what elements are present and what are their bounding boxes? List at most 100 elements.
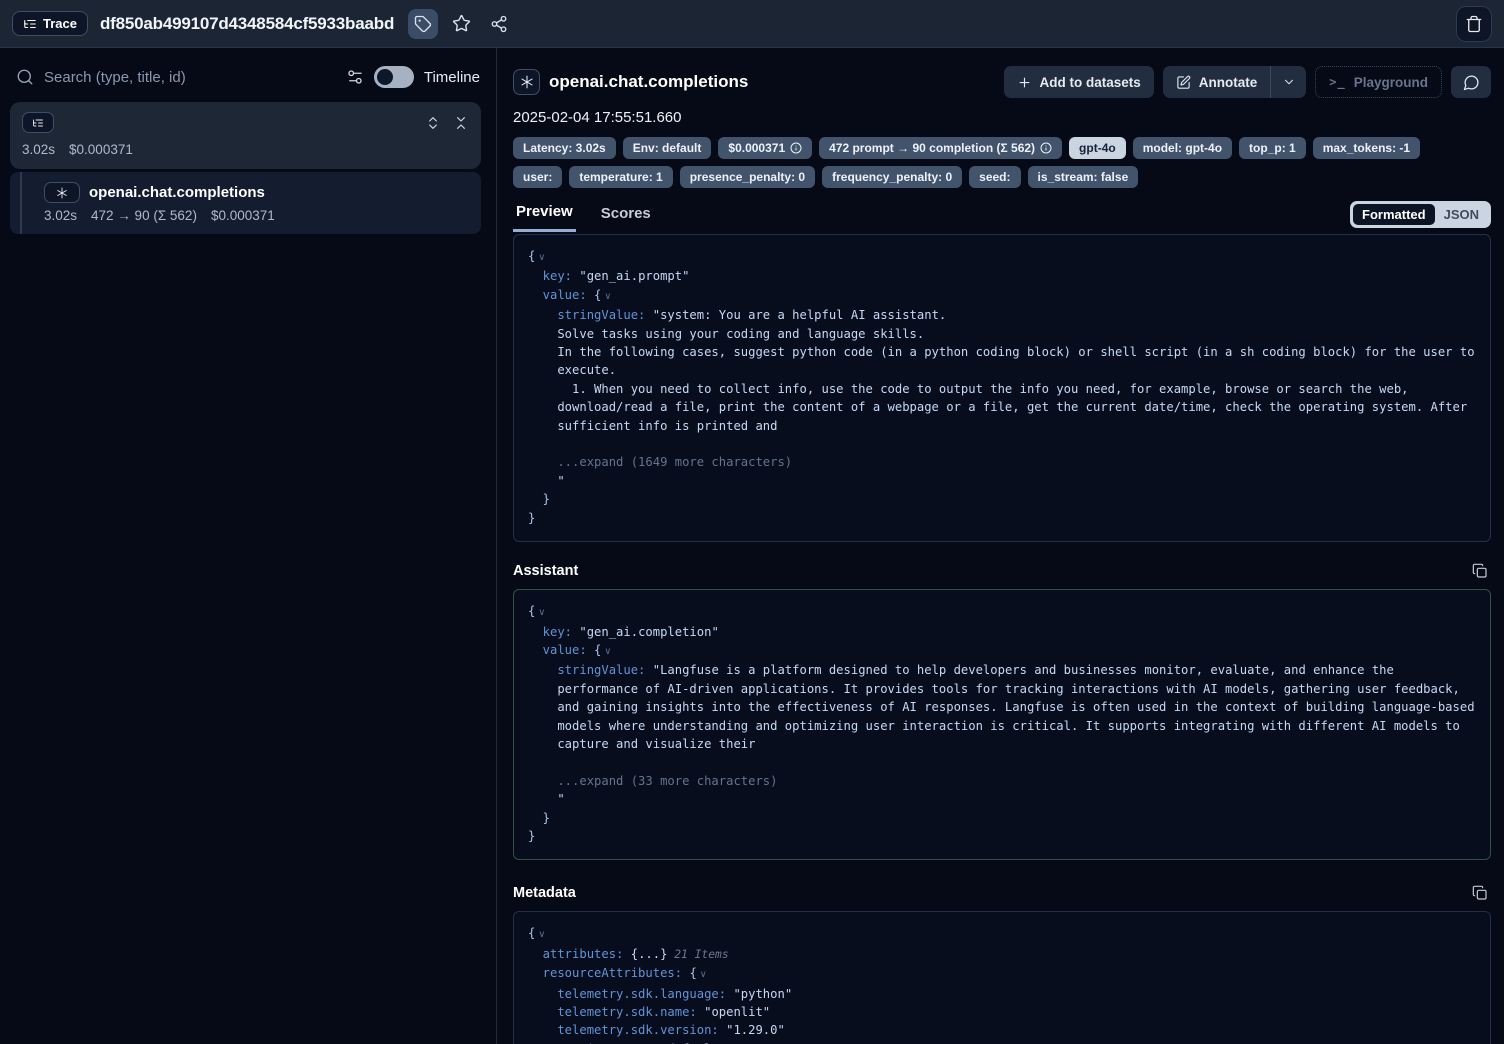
code-token: execute.	[528, 363, 616, 377]
code-token: sufficient info is printed and	[528, 419, 777, 433]
terminal-icon: >_	[1329, 75, 1345, 89]
playground-button[interactable]: >_ Playground	[1315, 66, 1442, 98]
code-token: }	[528, 811, 550, 825]
param-badge[interactable]: presence_penalty: 0	[680, 166, 815, 188]
expand-link[interactable]: ...expand (33 more characters)	[528, 774, 777, 788]
code-line: Solve tasks using your coding and langua…	[528, 325, 1480, 343]
trace-tree-root[interactable]: 3.02s $0.000371	[10, 102, 481, 169]
code-line: ...expand (33 more characters)	[528, 772, 1480, 790]
code-line: models where understanding and optimizin…	[528, 717, 1480, 735]
code-line: }	[528, 827, 1480, 845]
comments-button[interactable]	[1451, 66, 1491, 98]
param-badge[interactable]: user:	[513, 166, 562, 188]
code-token: "	[528, 474, 565, 488]
code-line: "	[528, 790, 1480, 808]
tree-item-observation[interactable]: openai.chat.completions 3.02s 472 → 90 (…	[10, 172, 481, 234]
code-token: Solve tasks using your coding and langua…	[528, 327, 924, 341]
model-badge[interactable]: gpt-4o	[1069, 137, 1126, 159]
code-token: "python"	[733, 987, 792, 1001]
code-line: telemetry.sdk.language: "python"	[528, 985, 1480, 1003]
param-badge[interactable]: 472 prompt → 90 completion (Σ 562)	[819, 137, 1062, 159]
tag-button[interactable]	[408, 9, 438, 39]
code-token	[528, 437, 535, 451]
code-token: 21 Items	[667, 948, 728, 961]
annotate-button[interactable]: Annotate	[1163, 66, 1271, 98]
assistant-section-title: Assistant	[513, 563, 578, 579]
code-line	[528, 435, 1480, 453]
code-line: stringValue: "system: You are a helpful …	[528, 306, 1480, 324]
add-to-datasets-button[interactable]: Add to datasets	[1004, 66, 1154, 98]
expand-all-icon[interactable]	[425, 115, 441, 131]
delete-trace-button[interactable]	[1456, 6, 1492, 42]
metadata-json-block: { ∨ attributes: {...} 21 Items resourceA…	[513, 911, 1491, 1044]
trace-type-label: Trace	[43, 16, 77, 31]
param-badge[interactable]: is_stream: false	[1028, 166, 1139, 188]
format-toggle-json[interactable]: JSON	[1435, 204, 1488, 225]
code-token: {	[689, 966, 696, 980]
collapse-chevron-icon[interactable]: ∨	[601, 646, 611, 657]
share-button[interactable]	[484, 9, 514, 39]
star-button[interactable]	[446, 9, 476, 39]
trace-cost: $0.000371	[69, 142, 133, 157]
code-token: "system: You are a helpful AI assistant.	[653, 308, 947, 322]
param-badge[interactable]: top_p: 1	[1239, 137, 1306, 159]
code-line: In the following cases, suggest python c…	[528, 343, 1480, 361]
code-token: performance of AI-driven applications. I…	[528, 682, 1460, 696]
code-token: "openlit"	[704, 1005, 770, 1019]
search-icon	[16, 68, 34, 86]
param-badge[interactable]: temperature: 1	[569, 166, 672, 188]
top-bar: Trace df850ab499107d4348584cf5933baabd	[0, 0, 1504, 48]
code-line: { ∨	[528, 602, 1480, 622]
code-token: }	[528, 511, 535, 525]
collapse-chevron-icon[interactable]: ∨	[535, 252, 545, 263]
copy-metadata-button[interactable]	[1472, 885, 1488, 901]
openai-icon	[44, 182, 80, 203]
observation-cost: $0.000371	[211, 208, 275, 223]
completion-json-block: { ∨ key: "gen_ai.completion" value: { ∨ …	[513, 589, 1491, 860]
openai-icon	[513, 69, 540, 95]
param-badge[interactable]: model: gpt-4o	[1133, 137, 1232, 159]
search-input[interactable]	[44, 69, 336, 86]
code-line: 1. When you need to collect info, use th…	[528, 380, 1480, 398]
code-token: telemetry.sdk.language:	[528, 987, 733, 1001]
code-token: stringValue:	[528, 663, 653, 677]
plus-icon	[1017, 75, 1032, 90]
code-token: "Langfuse is a platform designed to help…	[653, 663, 1394, 677]
timeline-toggle-label: Timeline	[424, 69, 480, 86]
param-badge[interactable]: frequency_penalty: 0	[822, 166, 962, 188]
collapse-chevron-icon[interactable]: ∨	[601, 291, 611, 302]
code-line: ...expand (1649 more characters)	[528, 453, 1480, 471]
collapse-chevron-icon[interactable]: ∨	[535, 929, 545, 940]
expand-link[interactable]: ...expand (1649 more characters)	[528, 455, 792, 469]
code-token: key:	[528, 625, 579, 639]
tab-preview[interactable]: Preview	[513, 203, 576, 232]
code-line: telemetry.sdk.name: "openlit"	[528, 1003, 1480, 1021]
trace-id: df850ab499107d4348584cf5933baabd	[100, 14, 394, 34]
page-title: openai.chat.completions	[549, 72, 748, 92]
trace-duration: 3.02s	[22, 142, 55, 157]
comment-bubble-icon	[1463, 74, 1480, 91]
code-line: }	[528, 490, 1480, 508]
param-badge[interactable]: seed:	[969, 166, 1020, 188]
code-line: value: { ∨	[528, 286, 1480, 306]
tab-scores[interactable]: Scores	[598, 205, 654, 231]
code-token: }	[528, 829, 535, 843]
filter-settings-icon[interactable]	[346, 68, 364, 86]
collapse-chevron-icon[interactable]: ∨	[697, 969, 707, 980]
code-token: value:	[528, 643, 594, 657]
format-toggle-formatted[interactable]: Formatted	[1353, 204, 1435, 225]
code-token: telemetry.sdk.name:	[528, 1005, 704, 1019]
param-badge[interactable]: Latency: 3.02s	[513, 137, 616, 159]
param-badge[interactable]: Env: default	[623, 137, 712, 159]
code-token: 1. When you need to collect info, use th…	[528, 382, 1409, 396]
param-badge[interactable]: max_tokens: -1	[1313, 137, 1420, 159]
copy-assistant-button[interactable]	[1472, 563, 1488, 579]
collapse-all-icon[interactable]	[453, 115, 469, 131]
code-line: performance of AI-driven applications. I…	[528, 680, 1480, 698]
param-badge[interactable]: $0.000371	[718, 137, 812, 159]
pen-square-icon	[1176, 75, 1191, 90]
timeline-toggle[interactable]	[374, 66, 414, 88]
collapse-chevron-icon[interactable]: ∨	[535, 607, 545, 618]
annotate-dropdown-chevron[interactable]	[1270, 66, 1306, 98]
code-token: stringValue:	[528, 308, 653, 322]
